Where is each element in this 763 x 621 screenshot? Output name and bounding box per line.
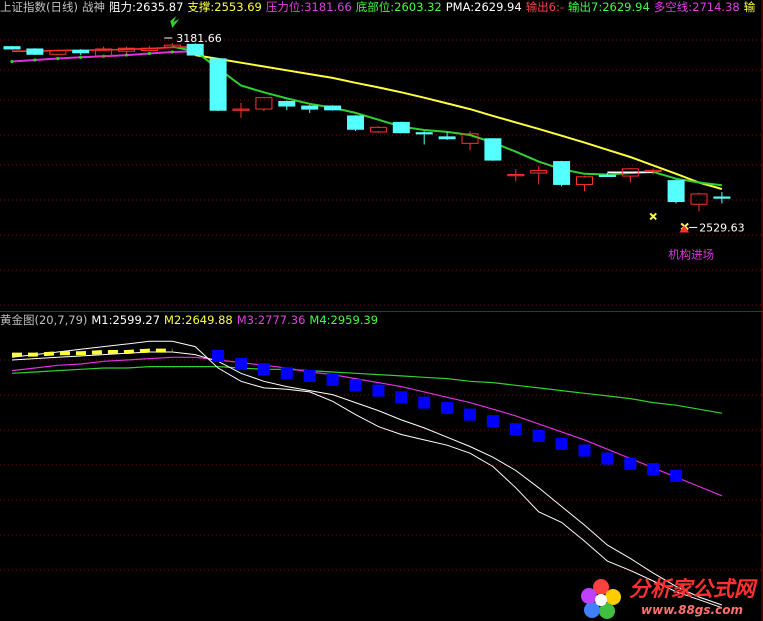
m4-value: M4:2959.39 (309, 313, 379, 327)
watermark-url: www.88gs.com (641, 603, 743, 617)
blue-box-marker (555, 437, 568, 450)
candle-down (301, 105, 319, 110)
out7-value: 输出7:2629.94 (568, 0, 650, 14)
candle-down (26, 48, 44, 55)
candle-down (3, 46, 21, 50)
main-chart-header: 上证指数(日线) 战神 阻力:2635.87 支撑:2553.69 压力位:3181.6… (0, 0, 759, 14)
candle-down (415, 132, 433, 135)
m3-value: M3:2777.36 (236, 313, 306, 327)
m2-line (11, 351, 723, 606)
candle-down (347, 115, 364, 130)
flower-logo-icon (581, 579, 621, 619)
blue-box-marker (418, 396, 431, 409)
blue-box-marker (670, 469, 683, 482)
blue-box-marker (464, 408, 476, 421)
candle-down (278, 100, 296, 107)
blue-box-marker (441, 401, 454, 414)
up-arrow-icon (679, 225, 690, 241)
blue-box-marker (235, 357, 247, 370)
blue-box-marker (647, 463, 660, 476)
magenta-line-dot (79, 55, 83, 59)
candle-up (255, 97, 273, 110)
cross-signal-icon (649, 212, 657, 221)
index-name: 上证指数(日线) (0, 0, 78, 14)
candle-down (598, 174, 616, 177)
pma-value: PMA:2629.94 (445, 0, 522, 14)
blue-box-marker (509, 423, 522, 436)
magenta-line-dot (10, 59, 14, 64)
magenta-line-dot (147, 51, 151, 56)
blue-box-marker (372, 384, 385, 397)
blue-box-marker (395, 391, 408, 404)
candle-up (530, 169, 548, 174)
extra-value: 输 (743, 0, 756, 14)
candle-down (553, 161, 571, 185)
blue-box-marker (280, 367, 293, 380)
candle-up (163, 44, 181, 48)
blue-box-marker (303, 369, 316, 382)
candle-down (484, 138, 502, 161)
watermark-title: 分析家公式网 (629, 576, 755, 601)
candle-down (209, 58, 227, 111)
candle-down (438, 136, 456, 140)
high-price-label: 3181.66 (176, 32, 222, 45)
sub-chart-header: 黄金图(20,7,79) M1:2599.27 M2:2649.88 M3:2777.… (0, 313, 382, 327)
support-value: 支撑:2553.69 (187, 0, 262, 14)
low-price-label: 2529.63 (699, 221, 745, 234)
m1-value: M1:2599.27 (91, 313, 161, 327)
candle-up (507, 174, 525, 177)
blue-box-marker (486, 415, 499, 428)
blue-box-marker (532, 429, 545, 442)
pressure-value: 压力位:3181.66 (265, 0, 352, 14)
candle-up (576, 176, 593, 185)
m2-value: M2:2649.88 (164, 313, 233, 327)
m3-line (11, 356, 723, 497)
m1-line (11, 340, 723, 609)
blue-box-marker (349, 379, 362, 392)
magenta-line-dot (124, 53, 129, 57)
watermark: 分析家公式网 www.88gs.com (581, 573, 755, 619)
out6-value: 输出6:- (525, 0, 565, 14)
resistance-value: 阻力:2635.87 (108, 0, 184, 14)
magenta-line-dot (56, 56, 60, 61)
candle-up (232, 108, 250, 111)
blue-box-marker (257, 363, 270, 376)
sub-indicator-name: 黄金图(20,7,79) (0, 313, 88, 327)
yellow-dash-line (12, 348, 173, 357)
candle-down (72, 49, 90, 54)
bull-signal-icon (170, 16, 180, 29)
magenta-line-dot (170, 50, 174, 54)
signal-text: 机构进场 (668, 247, 714, 261)
bottom-value: 底部位:2603.32 (355, 0, 442, 14)
candle-down (186, 43, 204, 56)
blue-box-marker (624, 457, 637, 470)
candle-up (690, 193, 708, 205)
candle-down (713, 196, 731, 199)
longshort-line (195, 54, 723, 190)
blue-box-marker (601, 452, 614, 465)
pma-line (172, 45, 723, 187)
candle-down (324, 105, 342, 111)
blue-box-marker (578, 444, 591, 457)
magenta-line-dot (33, 58, 37, 62)
candle-down (667, 180, 685, 203)
candle-up (369, 126, 387, 133)
blue-box-marker (212, 349, 225, 362)
longshort-value: 多空线:2714.38 (653, 0, 740, 14)
indicator-name: 战神 (81, 0, 105, 14)
candle-down (392, 121, 410, 134)
pane-divider[interactable] (0, 311, 763, 312)
blue-box-marker (326, 373, 339, 386)
